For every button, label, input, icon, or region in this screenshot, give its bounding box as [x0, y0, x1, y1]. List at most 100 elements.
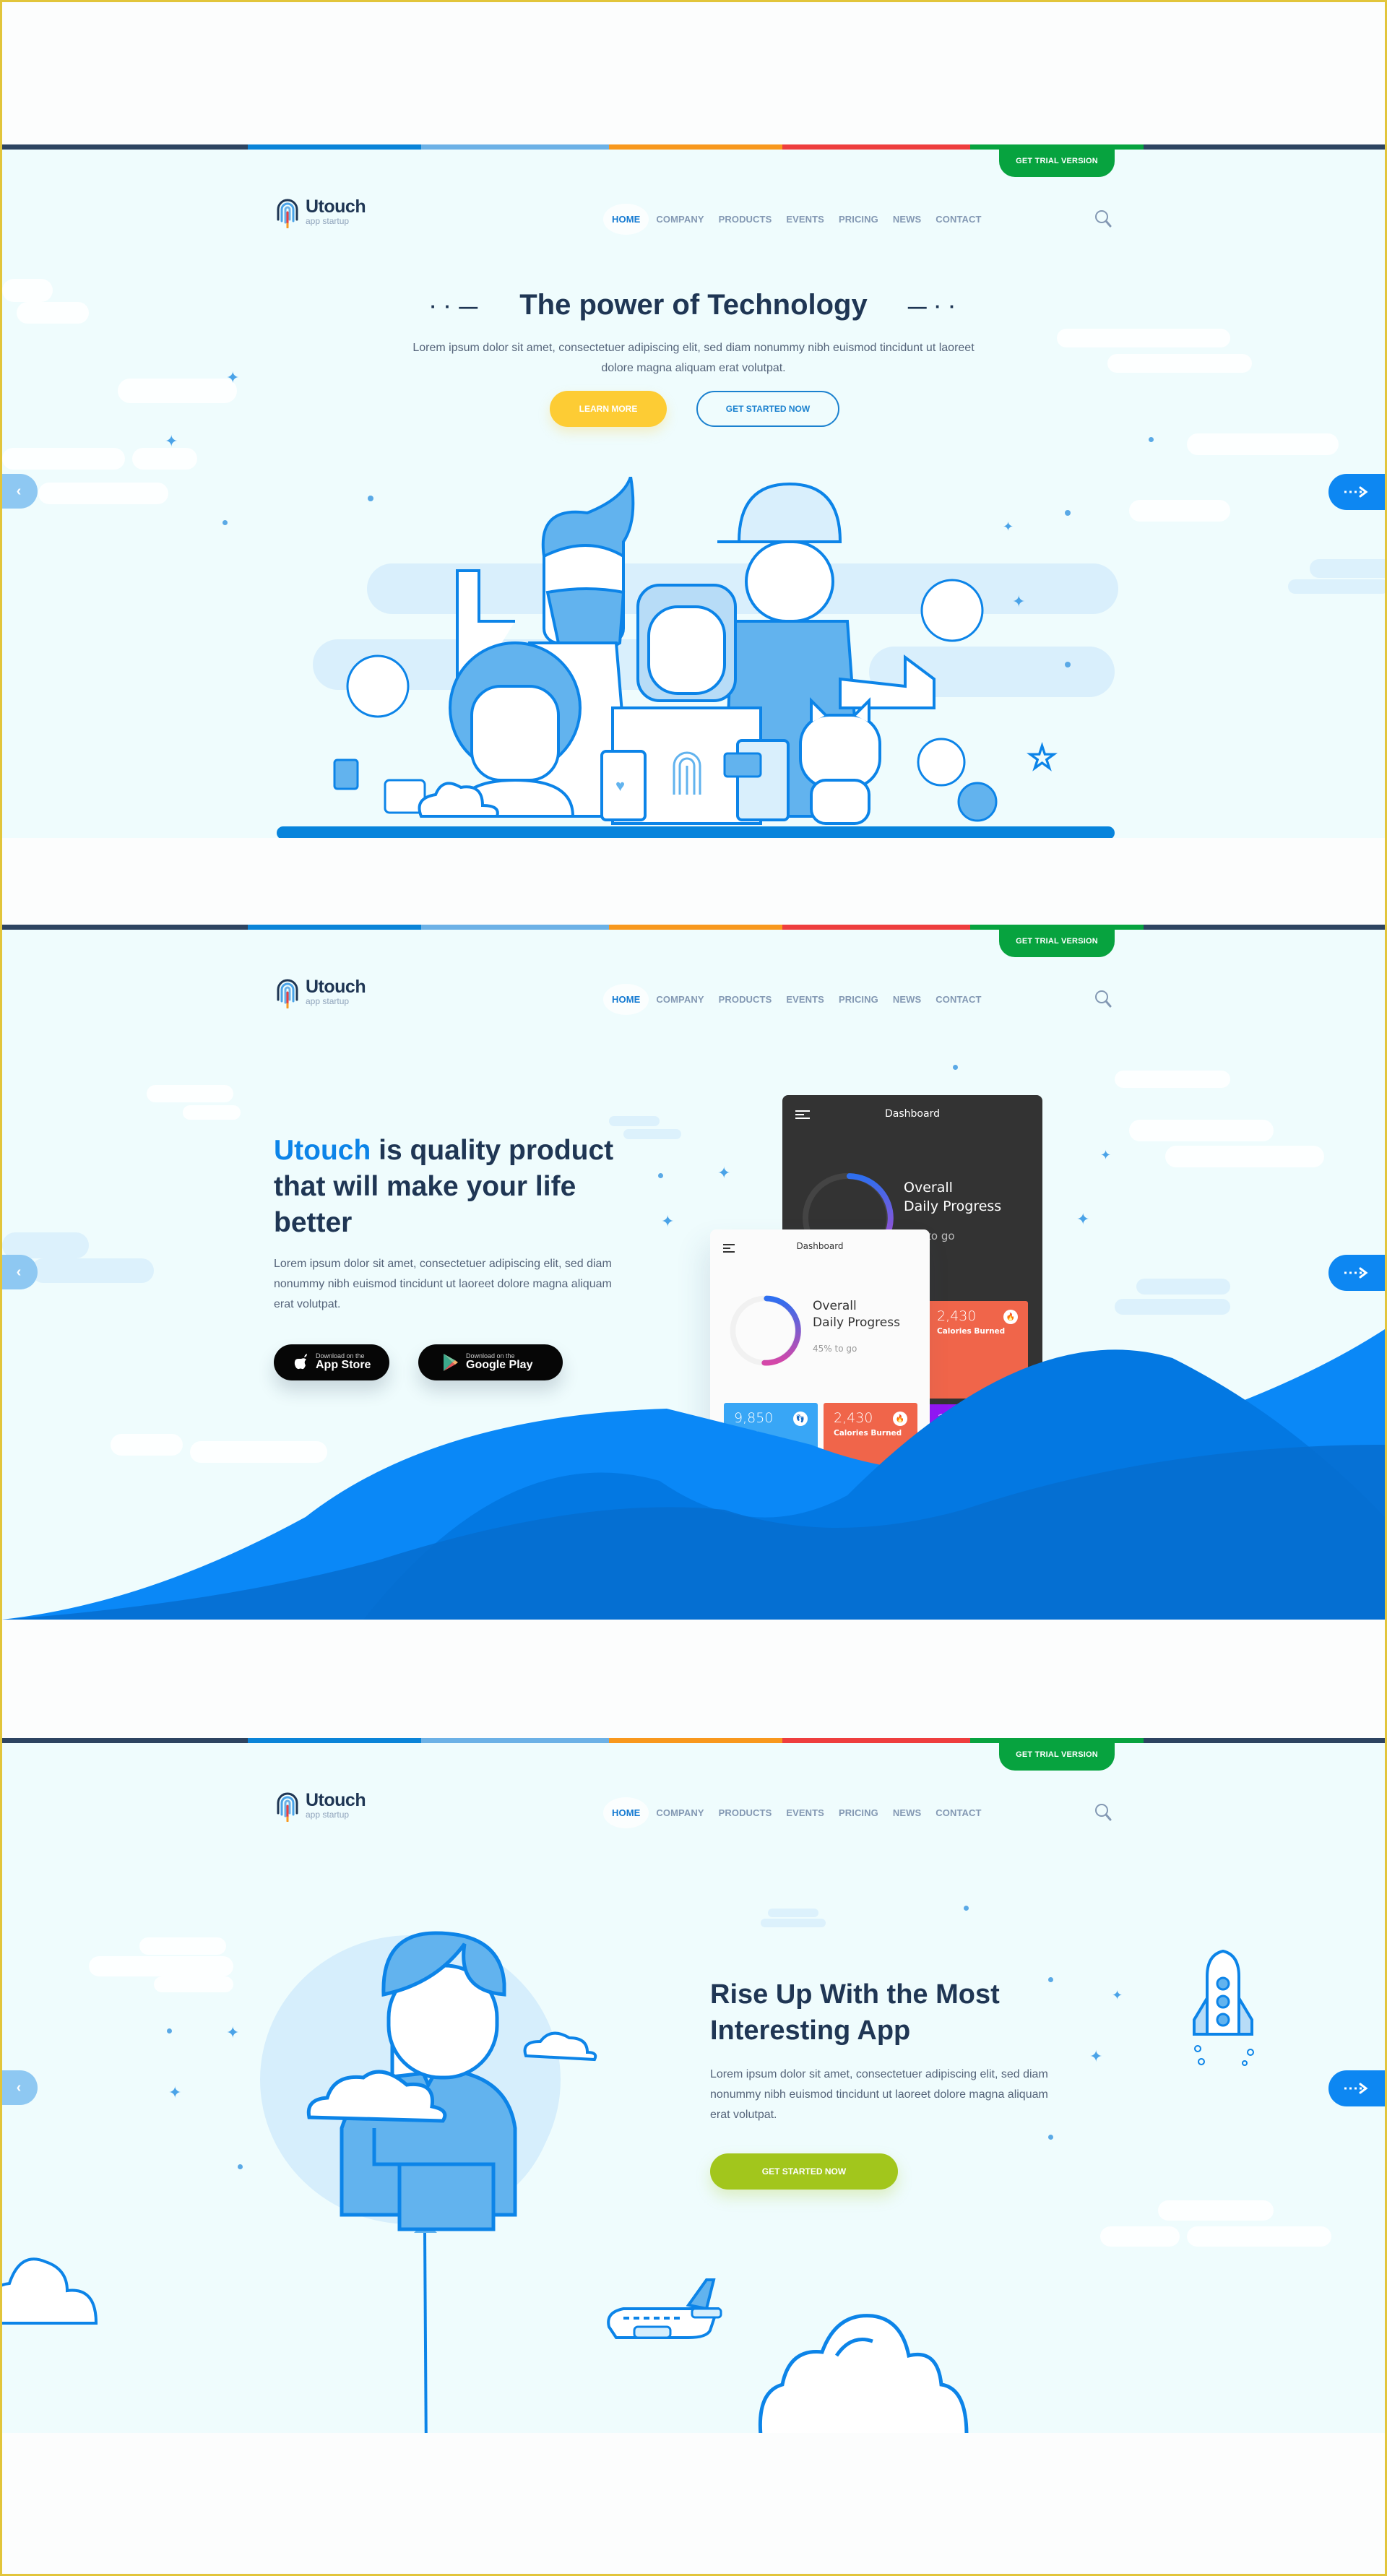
nav-events[interactable]: EVENTS [779, 984, 831, 1015]
search-icon[interactable] [1094, 209, 1112, 228]
slider-next-button[interactable] [1328, 2070, 1385, 2106]
bg-cloud [761, 1919, 826, 1927]
color-bar-segment [2, 1738, 248, 1743]
smiley-icon [917, 738, 966, 787]
slider-prev-button[interactable]: ‹ [2, 2070, 38, 2105]
bg-cloud [139, 1937, 226, 1955]
quality-description: Lorem ipsum dolor sit amet, consectetuer… [274, 1258, 612, 1310]
chevron-left-icon: ‹ [16, 2079, 22, 2096]
bg-cloud [1107, 354, 1252, 373]
nav-products[interactable]: PRODUCTS [712, 984, 779, 1015]
color-bar-segment [248, 144, 421, 150]
sparkle-dot [1065, 662, 1071, 667]
slider-next-button[interactable] [1328, 1255, 1385, 1291]
sparkle-star: ✦ [168, 2083, 182, 2101]
nav-pricing[interactable]: PRICING [831, 984, 886, 1015]
color-bar-segment [248, 1738, 421, 1743]
nav-company[interactable]: COMPANY [649, 984, 711, 1015]
nav-contact[interactable]: CONTACT [928, 984, 988, 1015]
nav-pricing[interactable]: PRICING [831, 1797, 886, 1828]
get-started-button[interactable]: GET STARTED NOW [696, 391, 839, 427]
airplane-icon [607, 2278, 722, 2339]
slider-prev-button[interactable]: ‹ [2, 474, 38, 509]
main-nav: HOME COMPANY PRODUCTS EVENTS PRICING NEW… [603, 1797, 989, 1828]
color-bar-segment [1144, 1738, 1385, 1743]
nav-home[interactable]: HOME [603, 204, 649, 235]
logo[interactable]: Utouch app startup [274, 195, 366, 228]
sparkle-dot [658, 1173, 663, 1178]
nav-events[interactable]: EVENTS [779, 204, 831, 235]
slider-prev-button[interactable]: ‹ [2, 1255, 38, 1289]
color-bar-segment [421, 925, 609, 930]
bird-icon [957, 782, 998, 822]
get-trial-button[interactable]: GET TRIAL VERSION [999, 925, 1115, 957]
slider-next-button[interactable] [1328, 474, 1385, 510]
nav-news[interactable]: NEWS [886, 1797, 928, 1828]
nav-news[interactable]: NEWS [886, 984, 928, 1015]
nav-home[interactable]: HOME [603, 984, 649, 1015]
rise-description: Lorem ipsum dolor sit amet, consectetuer… [710, 2068, 1048, 2121]
color-bar-segment [609, 925, 782, 930]
thumbs-up-icon [333, 758, 359, 790]
sparkle-star: ✦ [717, 1164, 731, 1182]
quality-section: GET TRIAL VERSION Utouch app startup HOM… [2, 925, 1385, 1620]
search-icon[interactable] [1094, 1803, 1112, 1822]
bg-cloud [2, 448, 125, 470]
nav-products[interactable]: PRODUCTS [712, 204, 779, 235]
logo[interactable]: Utouch app startup [274, 975, 366, 1008]
sparkle-dot [167, 2028, 172, 2033]
nav-products[interactable]: PRODUCTS [712, 1797, 779, 1828]
sparkle-dot [953, 1065, 958, 1070]
sparkle-star: ✦ [165, 432, 178, 450]
brand-highlight: Utouch [274, 1135, 371, 1166]
color-bar [2, 1738, 1385, 1743]
sparkle-star: ✦ [1076, 1210, 1090, 1228]
nav-company[interactable]: COMPANY [649, 1797, 711, 1828]
bg-cloud [132, 448, 197, 470]
bg-cloud [768, 1909, 818, 1917]
logo[interactable]: Utouch app startup [274, 1789, 366, 1822]
get-trial-button[interactable]: GET TRIAL VERSION [999, 1738, 1115, 1771]
learn-more-button[interactable]: LEARN MORE [550, 391, 667, 427]
bg-cloud [183, 1105, 241, 1120]
hero-title-text: The power of Technology [519, 289, 868, 321]
bg-cloud [1158, 2200, 1274, 2221]
search-icon[interactable] [1094, 990, 1112, 1008]
nav-contact[interactable]: CONTACT [928, 204, 988, 235]
bg-cloud [1129, 500, 1230, 522]
color-bar [2, 144, 1385, 150]
sparkle-star: ✦ [1100, 1148, 1112, 1162]
sparkle-star: ✦ [1089, 2047, 1103, 2065]
sparkle-dot [1149, 437, 1154, 442]
nav-home[interactable]: HOME [603, 1797, 649, 1828]
color-bar-segment [609, 144, 782, 150]
bg-cloud [1129, 1120, 1274, 1141]
dashboard-title: Dashboard [885, 1108, 940, 1120]
hero-title: · · — The power of Technology — · · [2, 289, 1385, 321]
color-bar-segment [248, 925, 421, 930]
bg-cloud [38, 483, 168, 504]
color-bar-segment [2, 144, 248, 150]
bg-cloud [89, 1956, 233, 1976]
logo-tagline: app startup [306, 1810, 350, 1820]
progress-title-1: Overall [813, 1299, 857, 1313]
get-trial-button[interactable]: GET TRIAL VERSION [999, 144, 1115, 177]
nav-news[interactable]: NEWS [886, 204, 928, 235]
bg-cloud [1187, 2226, 1331, 2247]
star-badge-icon: ☆ [1027, 739, 1058, 777]
cat [799, 697, 881, 825]
logo-name: Utouch [306, 196, 366, 217]
nav-pricing[interactable]: PRICING [831, 204, 886, 235]
logo-name: Utouch [306, 977, 366, 997]
sparkle-star: ✦ [226, 368, 240, 386]
dashed-arrow-right-icon [1344, 1267, 1368, 1279]
nav-company[interactable]: COMPANY [649, 204, 711, 235]
get-started-button[interactable]: GET STARTED NOW [710, 2153, 898, 2190]
bg-cloud [1136, 1279, 1230, 1295]
nav-events[interactable]: EVENTS [779, 1797, 831, 1828]
calories-value: 2,430 [937, 1308, 977, 1324]
title-dash-right: — · · [907, 295, 957, 317]
nav-contact[interactable]: CONTACT [928, 1797, 988, 1828]
fingerprint-logo-icon [277, 979, 298, 1008]
bg-cloud [609, 1116, 660, 1126]
